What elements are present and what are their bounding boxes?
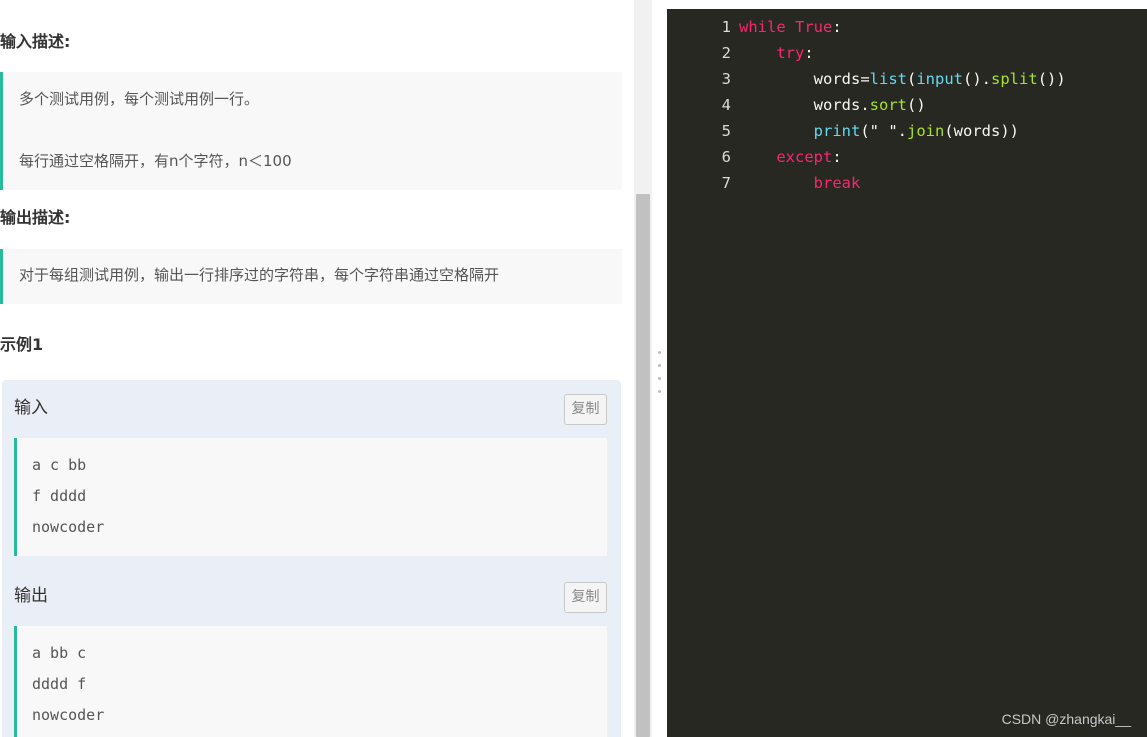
code-line[interactable]: words.sort() — [739, 95, 926, 115]
code-token: words — [739, 70, 861, 88]
code-line[interactable]: break — [739, 173, 861, 193]
code-line[interactable]: print(" ".join(words)) — [739, 121, 1019, 141]
scrollbar-thumb[interactable] — [636, 194, 650, 737]
code-line[interactable]: try: — [739, 43, 814, 63]
example-input-line: f dddd — [32, 487, 87, 505]
problem-panel: 输入描述: 多个测试用例，每个测试用例一行。 每行通过空格隔开，有n个字符，n＜… — [0, 0, 634, 737]
line-number: 1 — [721, 18, 731, 36]
code-token: list — [869, 70, 907, 88]
panel-splitter[interactable] — [652, 0, 667, 737]
example-input-line: a c bb — [32, 456, 87, 474]
example-output-line: a bb c — [32, 644, 87, 662]
code-editor[interactable]: 1 2 3 4 5 6 7 while True: try: words=list(inpu… — [667, 9, 1147, 737]
code-token: input — [916, 70, 964, 88]
code-token: : — [804, 44, 814, 62]
example-box: 输入 复制 a c bb f dddd nowcoder 输出 复制 a bb … — [2, 380, 621, 737]
copy-input-button[interactable]: 复制 — [564, 394, 607, 425]
example-output-line: dddd f — [32, 675, 87, 693]
line-number: 2 — [721, 44, 731, 62]
copy-output-button[interactable]: 复制 — [564, 582, 607, 613]
line-number: 6 — [721, 148, 731, 166]
output-description-heading: 输出描述: — [0, 208, 71, 227]
line-number: 5 — [721, 122, 731, 140]
code-token: print — [813, 122, 861, 140]
code-token: sort — [869, 96, 907, 114]
example-output-label: 输出 — [14, 586, 48, 606]
code-token: join — [907, 122, 945, 140]
code-token: try — [776, 44, 805, 62]
splitter-grip-dot — [658, 390, 661, 393]
splitter-grip-dot — [658, 364, 661, 367]
code-token: break — [813, 174, 861, 192]
code-line[interactable]: except: — [739, 147, 842, 167]
code-token: : — [832, 148, 842, 166]
example-heading: 示例1 — [0, 335, 44, 354]
code-line[interactable]: words=list(input().split()) — [739, 69, 1066, 89]
code-token: = — [860, 70, 870, 88]
splitter-grip-dot — [658, 351, 661, 354]
line-number: 3 — [721, 70, 731, 88]
input-description-block: 多个测试用例，每个测试用例一行。 每行通过空格隔开，有n个字符，n＜100 — [0, 72, 622, 190]
code-token: () — [906, 96, 926, 114]
example-output-block: a bb c dddd f nowcoder — [14, 626, 607, 737]
example-input-block: a c bb f dddd nowcoder — [14, 438, 607, 556]
code-line[interactable]: while True: — [739, 17, 842, 37]
example-input-label: 输入 — [14, 398, 48, 418]
splitter-grip-dot — [658, 377, 661, 380]
code-token: except — [776, 148, 833, 166]
code-token: split — [991, 70, 1038, 88]
line-number: 4 — [721, 96, 731, 114]
input-description-line: 多个测试用例，每个测试用例一行。 — [19, 90, 260, 108]
output-description-block: 对于每组测试用例，输出一行排序过的字符串，每个字符串通过空格隔开 — [0, 249, 622, 304]
code-token: while — [739, 18, 786, 36]
problem-scrollbar[interactable] — [634, 0, 652, 737]
input-description-heading: 输入描述: — [0, 32, 71, 51]
line-number: 7 — [721, 174, 731, 192]
page-root: 输入描述: 多个测试用例，每个测试用例一行。 每行通过空格隔开，有n个字符，n＜… — [0, 0, 1147, 737]
code-token: ()) — [1037, 70, 1066, 88]
input-description-line: 每行通过空格隔开，有n个字符，n＜100 — [19, 152, 292, 170]
code-token: True — [795, 18, 833, 36]
code-token: words. — [739, 96, 870, 114]
code-token: (). — [963, 70, 992, 88]
example-output-line: nowcoder — [32, 706, 105, 724]
code-token: (" ". — [860, 122, 907, 140]
example-input-line: nowcoder — [32, 518, 105, 536]
output-description-text: 对于每组测试用例，输出一行排序过的字符串，每个字符串通过空格隔开 — [19, 266, 500, 284]
code-token: : — [832, 18, 842, 36]
code-token: (words)) — [944, 122, 1019, 140]
code-token: ( — [907, 70, 917, 88]
watermark: CSDN @zhangkai__ — [1001, 711, 1131, 727]
